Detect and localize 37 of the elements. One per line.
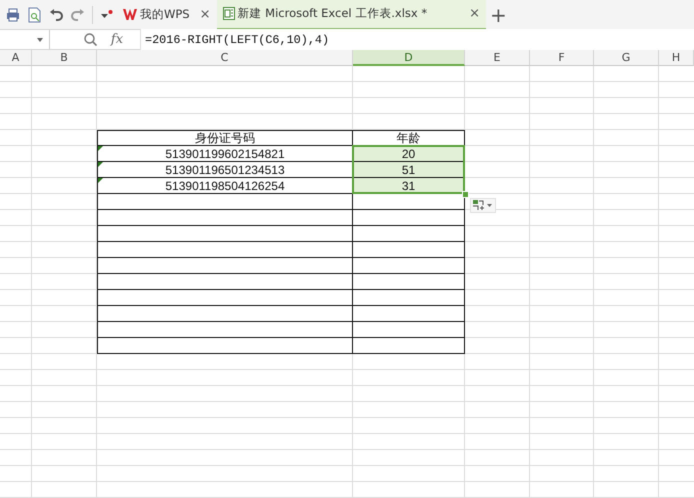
- print-icon[interactable]: [6, 8, 20, 22]
- column-header[interactable]: C: [97, 50, 353, 66]
- cell-value: 513901198504126254: [165, 178, 285, 192]
- formula-input[interactable]: =2016-RIGHT(LEFT(C6,10),4): [140, 29, 694, 50]
- column-header[interactable]: F: [530, 50, 594, 66]
- column-header[interactable]: B: [32, 50, 97, 66]
- insert-function-button[interactable]: fx: [106, 30, 128, 48]
- column-header[interactable]: D: [353, 50, 465, 66]
- column-header[interactable]: H: [659, 50, 694, 66]
- document-tab[interactable]: 我的WPS ×: [117, 0, 217, 30]
- column-header[interactable]: A: [0, 50, 32, 66]
- document-tab[interactable]: 新建 Microsoft Excel 工作表.xlsx * ×: [216, 0, 486, 30]
- dropdown-icon[interactable]: [101, 10, 113, 20]
- table-header-cell: 年龄: [353, 130, 465, 146]
- paste-options-button[interactable]: [470, 198, 496, 213]
- zoom-icon[interactable]: [84, 33, 97, 46]
- undo-icon[interactable]: [50, 8, 63, 20]
- close-tab-button[interactable]: ×: [469, 6, 480, 21]
- cell-value: 513901196501234513: [165, 162, 285, 176]
- new-tab-button[interactable]: +: [486, 0, 511, 30]
- close-tab-button[interactable]: ×: [200, 7, 211, 22]
- w-logo-icon: [123, 9, 137, 20]
- redo-icon[interactable]: [71, 8, 84, 20]
- cell-value: 31: [402, 178, 416, 192]
- tab-label: 新建 Microsoft Excel 工作表.xlsx *: [238, 6, 428, 21]
- column-header[interactable]: E: [465, 50, 530, 66]
- tab-label: 我的WPS: [140, 7, 190, 22]
- table-header-cell: 身份证号码: [97, 130, 353, 146]
- column-header[interactable]: G: [594, 50, 659, 66]
- fill-handle[interactable]: [462, 191, 469, 198]
- selected-cell[interactable]: 51: [353, 162, 465, 178]
- selected-cell[interactable]: 20: [353, 146, 465, 162]
- cell-value: 51: [402, 162, 416, 176]
- cell-value: 20: [402, 146, 416, 160]
- cell-value: 513901199602154821: [165, 146, 285, 160]
- print-preview-icon[interactable]: [28, 6, 42, 22]
- spreadsheet-icon: [222, 7, 235, 20]
